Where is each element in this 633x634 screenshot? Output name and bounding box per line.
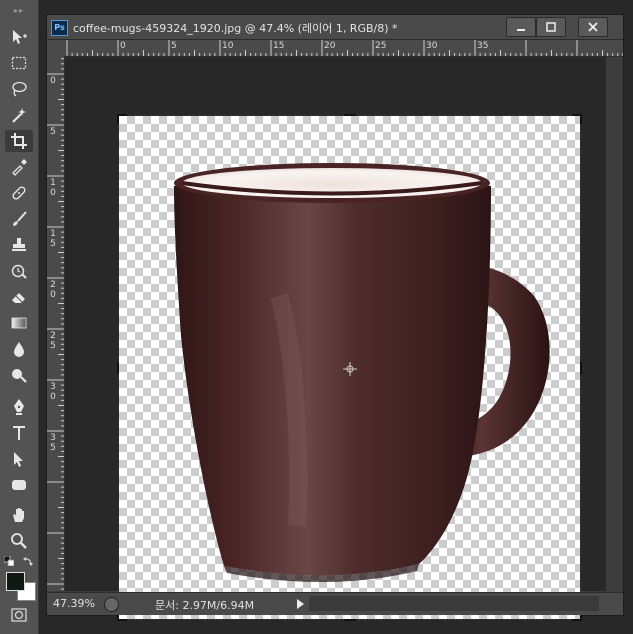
ruler-label: 20 xyxy=(50,280,56,300)
hand-tool-icon[interactable] xyxy=(5,504,33,526)
history-brush-tool-icon[interactable] xyxy=(5,260,33,282)
ruler-label: 10 xyxy=(50,178,56,198)
maximize-button[interactable] xyxy=(536,17,566,37)
healing-brush-tool-icon[interactable] xyxy=(5,182,33,204)
document-title: coffee-mugs-459324_1920.jpg @ 47.4% (레이어… xyxy=(73,22,398,35)
crop-handle-right[interactable] xyxy=(580,362,582,374)
marquee-tool-icon[interactable] xyxy=(5,52,33,74)
ruler-label: 0 xyxy=(120,41,126,51)
horizontal-ruler[interactable]: 0 5 10 15 20 25 30 35 xyxy=(64,40,623,57)
ruler-label: 0 xyxy=(50,76,56,86)
swap-colors-icon[interactable] xyxy=(23,556,33,566)
ruler-label: 20 xyxy=(324,41,336,51)
close-icon xyxy=(588,22,598,32)
zoom-level[interactable]: 47.39% xyxy=(53,597,95,610)
foreground-color-swatch[interactable] xyxy=(6,572,25,591)
brush-tool-icon[interactable] xyxy=(5,208,33,230)
document-title-bar[interactable]: Ps coffee-mugs-459324_1920.jpg @ 47.4% (… xyxy=(47,15,623,40)
lasso-tool-icon[interactable] xyxy=(5,78,33,100)
ruler-label: 15 xyxy=(273,41,285,51)
ruler-label: 30 xyxy=(50,382,56,402)
eraser-tool-icon[interactable] xyxy=(5,286,33,308)
gradient-tool-icon[interactable] xyxy=(5,312,33,334)
ruler-label: 15 xyxy=(50,229,56,249)
document-window: Ps coffee-mugs-459324_1920.jpg @ 47.4% (… xyxy=(46,14,624,621)
move-tool-icon[interactable] xyxy=(5,26,33,48)
blur-tool-icon[interactable] xyxy=(5,338,33,360)
vertical-scrollbar[interactable] xyxy=(607,57,623,591)
ruler-label: 35 xyxy=(50,433,56,453)
ruler-label: 35 xyxy=(477,41,489,51)
image-canvas[interactable] xyxy=(117,114,582,621)
crop-handle-top[interactable] xyxy=(344,114,356,116)
minimize-button[interactable] xyxy=(506,17,536,37)
ruler-label: 25 xyxy=(50,331,56,351)
ruler-label: 25 xyxy=(375,41,387,51)
color-swatches xyxy=(4,556,36,601)
clone-stamp-tool-icon[interactable] xyxy=(5,234,33,256)
path-selection-tool-icon[interactable] xyxy=(5,448,33,470)
status-bar: 47.39% 문서: 2.97M/6.94M xyxy=(47,592,623,615)
ruler-label: 5 xyxy=(50,127,56,137)
crop-handle-top-left-v[interactable] xyxy=(117,114,119,124)
minimize-icon xyxy=(517,29,525,31)
tools-panel: ▸▸ xyxy=(0,0,39,634)
photoshop-icon: Ps xyxy=(51,20,68,36)
horizontal-scrollbar[interactable] xyxy=(309,596,599,611)
quick-mask-icon[interactable] xyxy=(11,608,27,622)
document-size-info: 문서: 2.97M/6.94M xyxy=(155,599,255,612)
default-colors-icon[interactable] xyxy=(4,556,14,566)
crop-handle-bottom[interactable] xyxy=(344,619,356,621)
maximize-icon xyxy=(546,22,556,32)
dodge-tool-icon[interactable] xyxy=(5,364,33,386)
status-info-icon[interactable] xyxy=(104,597,119,612)
coffee-mug-image xyxy=(174,163,550,583)
eyedropper-tool-icon[interactable] xyxy=(5,156,33,178)
ruler-label: 10 xyxy=(222,41,234,51)
canvas-area[interactable] xyxy=(65,57,606,621)
horizontal-ruler-ticks xyxy=(66,40,623,56)
type-tool-icon[interactable] xyxy=(5,422,33,444)
status-menu-arrow-icon[interactable] xyxy=(294,597,306,611)
vertical-ruler[interactable]: 0 5 10 15 20 25 30 35 xyxy=(47,56,65,591)
magic-wand-tool-icon[interactable] xyxy=(5,104,33,126)
crop-handle-left[interactable] xyxy=(117,362,119,374)
ruler-label: 30 xyxy=(426,41,438,51)
crop-tool-icon[interactable] xyxy=(5,130,33,152)
crop-handle-top-right-v[interactable] xyxy=(580,114,582,124)
pen-tool-icon[interactable] xyxy=(5,396,33,418)
ruler-label: 5 xyxy=(171,41,177,51)
close-button[interactable] xyxy=(578,17,608,37)
ruler-origin[interactable] xyxy=(47,40,65,57)
zoom-tool-icon[interactable] xyxy=(5,530,33,552)
panel-grip[interactable]: ▸▸ xyxy=(4,6,34,16)
shape-tool-icon[interactable] xyxy=(5,474,33,496)
